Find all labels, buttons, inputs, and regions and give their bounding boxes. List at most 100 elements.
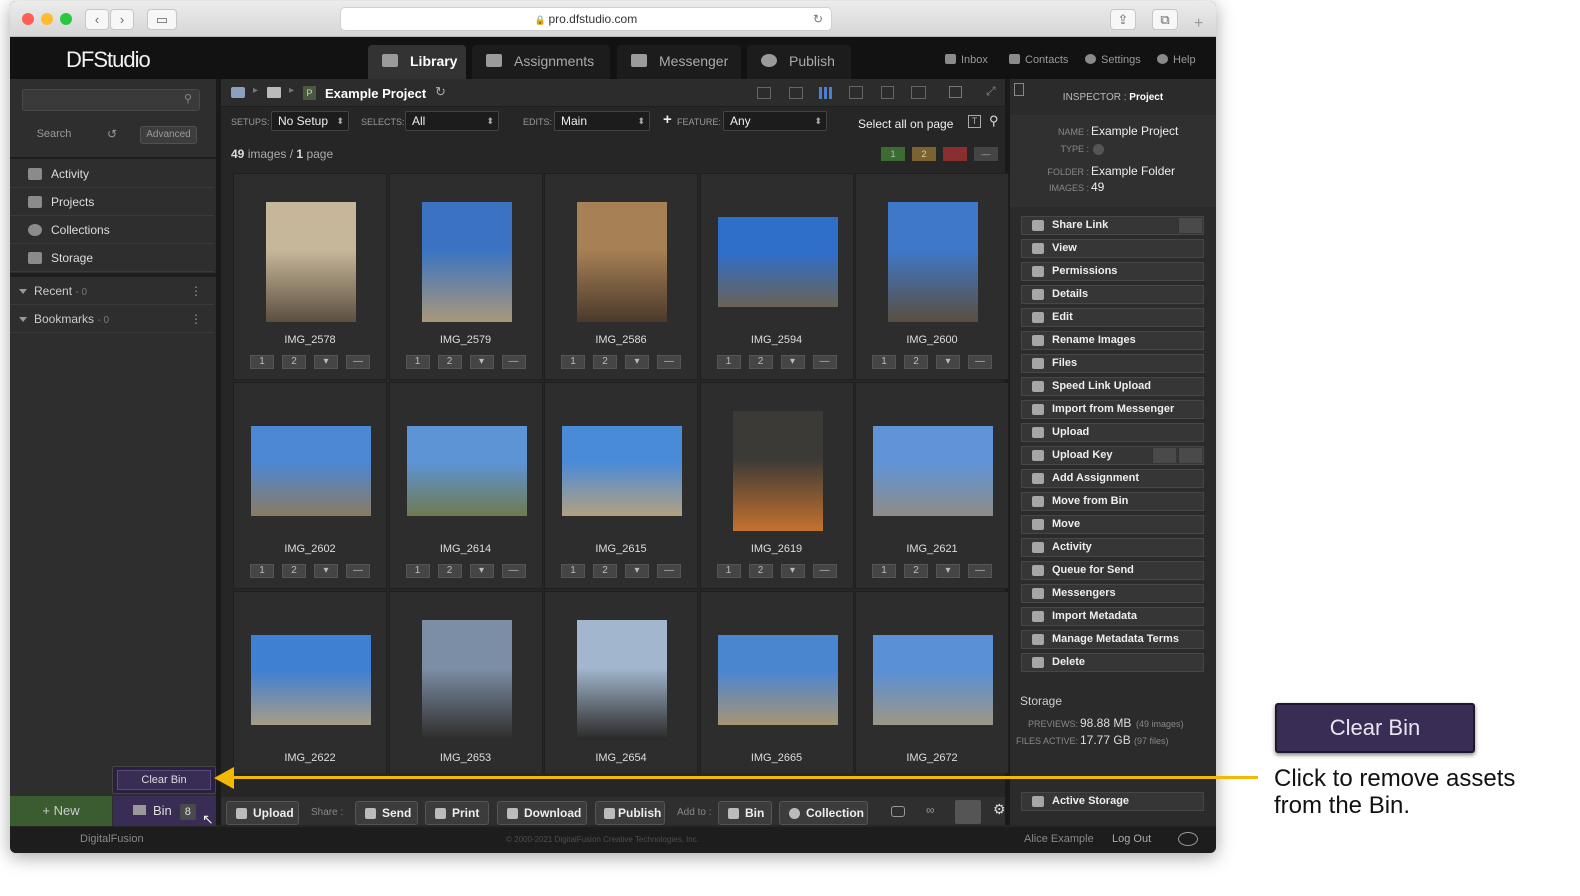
sidebar-item-collections[interactable]: Collections <box>10 217 214 244</box>
action-upload-key-button[interactable]: Upload Key <box>1021 446 1204 465</box>
image-thumbnail[interactable] <box>717 217 838 307</box>
rating-1-button[interactable]: 1 <box>405 564 430 578</box>
copy-icon[interactable] <box>1178 218 1202 233</box>
rating-2-button[interactable]: 2 <box>904 564 928 578</box>
image-thumbnail[interactable] <box>888 202 978 322</box>
logout-link[interactable]: Log Out <box>1112 833 1151 845</box>
library-home-icon[interactable] <box>231 87 245 98</box>
clear-rating-button[interactable]: — <box>657 564 681 578</box>
action-manage-metadata-terms-button[interactable]: Manage Metadata Terms <box>1021 630 1204 649</box>
detail-view-icon[interactable] <box>789 87 803 99</box>
rating-1-button[interactable]: 1 <box>405 355 430 369</box>
image-cell[interactable]: IMG_2619 1 2 ▾ — <box>699 382 854 589</box>
sidebar-item-activity[interactable]: Activity <box>10 161 214 188</box>
setups-dropdown[interactable]: No Setup <box>271 111 349 131</box>
clear-rating-button[interactable]: — <box>501 564 526 578</box>
reject-button[interactable]: ▾ <box>936 355 960 369</box>
new-button[interactable]: + New <box>10 796 112 826</box>
new-tab-icon[interactable]: + <box>1194 15 1203 33</box>
rating-2-button[interactable]: 2 <box>593 355 617 369</box>
bin-button[interactable]: Bin 8 <box>113 796 216 826</box>
image-thumbnail[interactable] <box>873 635 993 725</box>
action-rename-images-button[interactable]: Rename Images <box>1021 331 1204 350</box>
image-thumbnail[interactable] <box>873 426 993 516</box>
action-files-button[interactable]: Files <box>1021 354 1204 373</box>
user-name[interactable]: Alice Example <box>1024 833 1094 845</box>
grid-view-icon[interactable] <box>819 87 833 99</box>
more-menu-icon[interactable]: ⋮ <box>190 306 202 333</box>
reset-icon[interactable]: ↺ <box>107 127 117 141</box>
rating-2-button[interactable]: 2 <box>437 355 462 369</box>
clear-rating-button[interactable]: — <box>657 355 681 369</box>
upload-button[interactable]: Upload <box>226 801 299 825</box>
rating-2-button[interactable]: 2 <box>748 564 773 578</box>
copy-icon[interactable] <box>1178 448 1202 463</box>
clear-rating-button[interactable]: — <box>501 355 526 369</box>
action-permissions-button[interactable]: Permissions <box>1021 262 1204 281</box>
sidebar-item-projects[interactable]: Projects <box>10 189 214 216</box>
image-thumbnail[interactable] <box>562 426 682 516</box>
more-menu-icon[interactable]: ⋮ <box>190 278 202 305</box>
image-cell[interactable]: IMG_2653 <box>388 591 543 773</box>
rating-2-button[interactable]: 2 <box>748 355 773 369</box>
image-thumbnail[interactable] <box>406 426 527 516</box>
add-to-collection-button[interactable]: Collection <box>779 801 868 825</box>
single-view-icon[interactable] <box>881 86 894 99</box>
selects-dropdown[interactable]: All <box>405 111 499 131</box>
clear-rating-button[interactable]: — <box>346 355 370 369</box>
reload-icon[interactable]: ↻ <box>813 8 823 30</box>
address-bar[interactable]: 🔒 pro.dfstudio.com ↻ <box>340 7 832 31</box>
add-to-bin-button[interactable]: Bin <box>718 801 772 825</box>
tab-publish[interactable]: Publish <box>747 45 851 79</box>
edits-dropdown[interactable]: Main <box>554 111 650 131</box>
action-move-from-bin-button[interactable]: Move from Bin <box>1021 492 1204 511</box>
reject-button[interactable]: ▾ <box>625 355 649 369</box>
rating-filter-1[interactable]: 1 <box>881 147 905 161</box>
rating-2-button[interactable]: 2 <box>282 564 306 578</box>
rating-1-button[interactable]: 1 <box>716 564 741 578</box>
action-upload-button[interactable]: Upload <box>1021 423 1204 442</box>
image-thumbnail[interactable] <box>421 620 512 740</box>
close-window-button[interactable] <box>22 13 34 25</box>
compare-view-icon[interactable] <box>911 86 926 99</box>
reject-button[interactable]: ▾ <box>314 564 338 578</box>
search-button[interactable]: Search <box>24 124 84 144</box>
rating-filter-2[interactable]: 2 <box>912 147 936 161</box>
image-cell[interactable]: IMG_2654 <box>544 591 698 773</box>
image-cell[interactable]: IMG_2579 1 2 ▾ — <box>388 173 543 380</box>
gear-icon[interactable]: ⚙ <box>993 801 1006 818</box>
recent-folder[interactable]: Recent - 0 ⋮ <box>10 278 214 305</box>
image-cell[interactable]: IMG_2672 <box>855 591 1009 773</box>
forward-button[interactable]: › <box>110 9 134 30</box>
image-cell[interactable]: IMG_2600 1 2 ▾ — <box>855 173 1009 380</box>
tabs-icon[interactable]: ⧉ <box>1152 9 1178 30</box>
sidebar-toggle-icon[interactable]: ▭ <box>147 9 177 30</box>
clear-rating-button[interactable]: — <box>968 355 992 369</box>
list-view-icon[interactable] <box>757 87 771 99</box>
rating-1-button[interactable]: 1 <box>561 355 585 369</box>
advanced-search-button[interactable]: Advanced <box>140 126 197 144</box>
rating-2-button[interactable]: 2 <box>593 564 617 578</box>
image-thumbnail[interactable] <box>251 426 371 516</box>
settings-link[interactable]: Settings <box>1085 54 1141 66</box>
image-cell[interactable]: IMG_2621 1 2 ▾ — <box>855 382 1009 589</box>
search-input[interactable] <box>22 89 200 111</box>
rating-2-button[interactable]: 2 <box>904 355 928 369</box>
clear-bin-menu-item[interactable]: Clear Bin <box>117 770 211 790</box>
reject-button[interactable]: ▾ <box>469 355 494 369</box>
zoom-window-button[interactable] <box>60 13 72 25</box>
action-edit-button[interactable]: Edit <box>1021 308 1204 327</box>
reject-button[interactable]: ▾ <box>314 355 338 369</box>
action-details-button[interactable]: Details <box>1021 285 1204 304</box>
link-icon[interactable]: ∞ <box>926 803 935 817</box>
clear-rating-button[interactable]: — <box>346 564 370 578</box>
large-grid-icon[interactable] <box>849 86 863 99</box>
clear-rating-button[interactable]: — <box>812 564 837 578</box>
image-thumbnail[interactable] <box>266 202 356 322</box>
share-icon[interactable]: ⇪ <box>1110 9 1136 30</box>
rating-1-button[interactable]: 1 <box>872 355 896 369</box>
envelope-icon[interactable] <box>1152 448 1176 463</box>
rating-1-button[interactable]: 1 <box>561 564 585 578</box>
image-thumbnail[interactable] <box>251 635 371 725</box>
action-move-button[interactable]: Move <box>1021 515 1204 534</box>
